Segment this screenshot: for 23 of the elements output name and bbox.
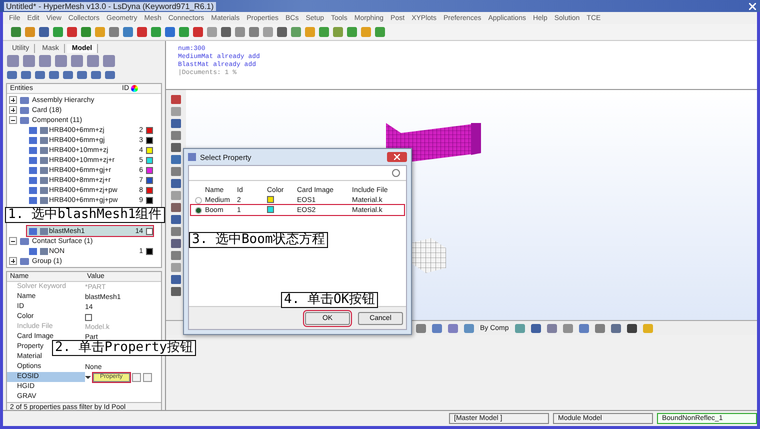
annotation-callout: 1. 选中blashMesh1组件 — [5, 207, 165, 223]
tool-icon[interactable] — [610, 324, 621, 332]
radio-button[interactable] — [194, 196, 202, 204]
annotation-callout: 4. 单击OK按钮 — [281, 292, 378, 308]
tool-icon[interactable] — [626, 324, 637, 332]
expand-toggle-icon[interactable] — [9, 237, 17, 245]
tool-icon[interactable] — [530, 324, 541, 332]
close-icon[interactable] — [749, 2, 756, 10]
radio-button[interactable] — [194, 206, 202, 214]
search-icon[interactable] — [392, 169, 400, 177]
folder-icon — [20, 258, 29, 264]
expand-toggle-icon[interactable] — [9, 116, 17, 124]
expand-toggle-icon[interactable] — [9, 96, 17, 104]
color-wheel-icon — [131, 85, 138, 92]
app-icon — [188, 153, 196, 161]
window-title: Untitled* - HyperMesh v13.0 - LsDyna (Keyword971_R6.1) — [4, 2, 216, 10]
folder-icon — [20, 238, 29, 244]
expand-toggle-icon[interactable] — [9, 257, 17, 265]
close-icon — [394, 154, 400, 160]
annotation-callout: 3. 选中Boom状态方程 — [189, 232, 328, 248]
annotation-callout: 2. 单击Property按钮 — [52, 340, 196, 356]
expand-toggle-icon[interactable] — [9, 106, 17, 114]
close-button[interactable] — [387, 152, 407, 162]
